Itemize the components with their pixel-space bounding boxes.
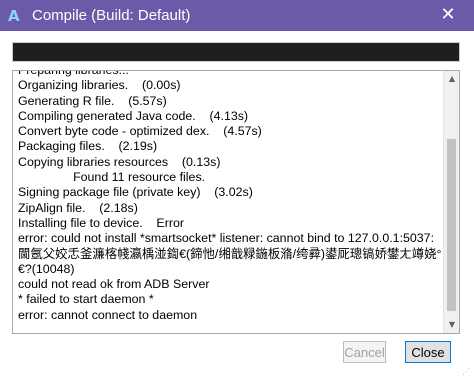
log-line: could not read ok from ADB Server bbox=[18, 277, 210, 292]
log-line: Found 11 resource files. bbox=[18, 170, 206, 185]
log-line: 閫氬父姣忎釜濂楁帴瀛楀湴鍧€(鍗忚/缃戠粶鍦板潃/绔彛)鍙厑璁镐娇鐢ㄤ竴娆°€ bbox=[18, 246, 441, 261]
log-line: Organizing libraries. (0.00s) bbox=[18, 78, 181, 93]
log-line: Generating R file. (5.57s) bbox=[18, 93, 167, 108]
window-title: Compile (Build: Default) bbox=[32, 7, 191, 24]
log-output: Preparing libraries... Organizing librari… bbox=[12, 70, 460, 334]
log-line: ZipAlign file. (2.18s) bbox=[18, 200, 138, 215]
close-window-icon[interactable]: ✕ bbox=[438, 5, 458, 25]
log-line: €?(10048) bbox=[18, 261, 75, 276]
cancel-button[interactable]: Cancel bbox=[343, 341, 386, 363]
log-line: Convert byte code - optimized dex. (4.57… bbox=[18, 124, 262, 139]
log-line: Installing file to device. Error bbox=[18, 215, 184, 230]
log-line: Packaging files. (2.19s) bbox=[18, 139, 158, 154]
log-line: Compiling generated Java code. (4.13s) bbox=[18, 108, 249, 123]
progress-fill bbox=[13, 43, 459, 61]
log-line: error: could not install *smartsocket* l… bbox=[18, 231, 435, 246]
log-line: Signing package file (private key) (3.02… bbox=[18, 185, 253, 200]
log-text: Preparing libraries... Organizing librari… bbox=[18, 70, 441, 323]
log-line: * failed to start daemon * bbox=[18, 292, 154, 307]
log-line: error: cannot connect to daemon bbox=[18, 307, 198, 322]
scroll-up-icon[interactable]: ▲ bbox=[444, 71, 459, 87]
progress-bar bbox=[12, 42, 460, 62]
close-button[interactable]: Close bbox=[405, 341, 451, 363]
scroll-thumb[interactable] bbox=[447, 139, 456, 311]
scroll-down-icon[interactable]: ▼ bbox=[444, 317, 459, 333]
app-logo-icon: A bbox=[8, 6, 20, 25]
title-bar: A Compile (Build: Default) ✕ bbox=[0, 0, 474, 31]
log-line: Preparing libraries... bbox=[18, 70, 129, 77]
log-line: Copying libraries resources (0.13s) bbox=[18, 154, 221, 169]
vertical-scrollbar[interactable]: ▲ ▼ bbox=[443, 71, 459, 333]
resize-grip-icon[interactable]: ⋰ bbox=[462, 367, 472, 377]
